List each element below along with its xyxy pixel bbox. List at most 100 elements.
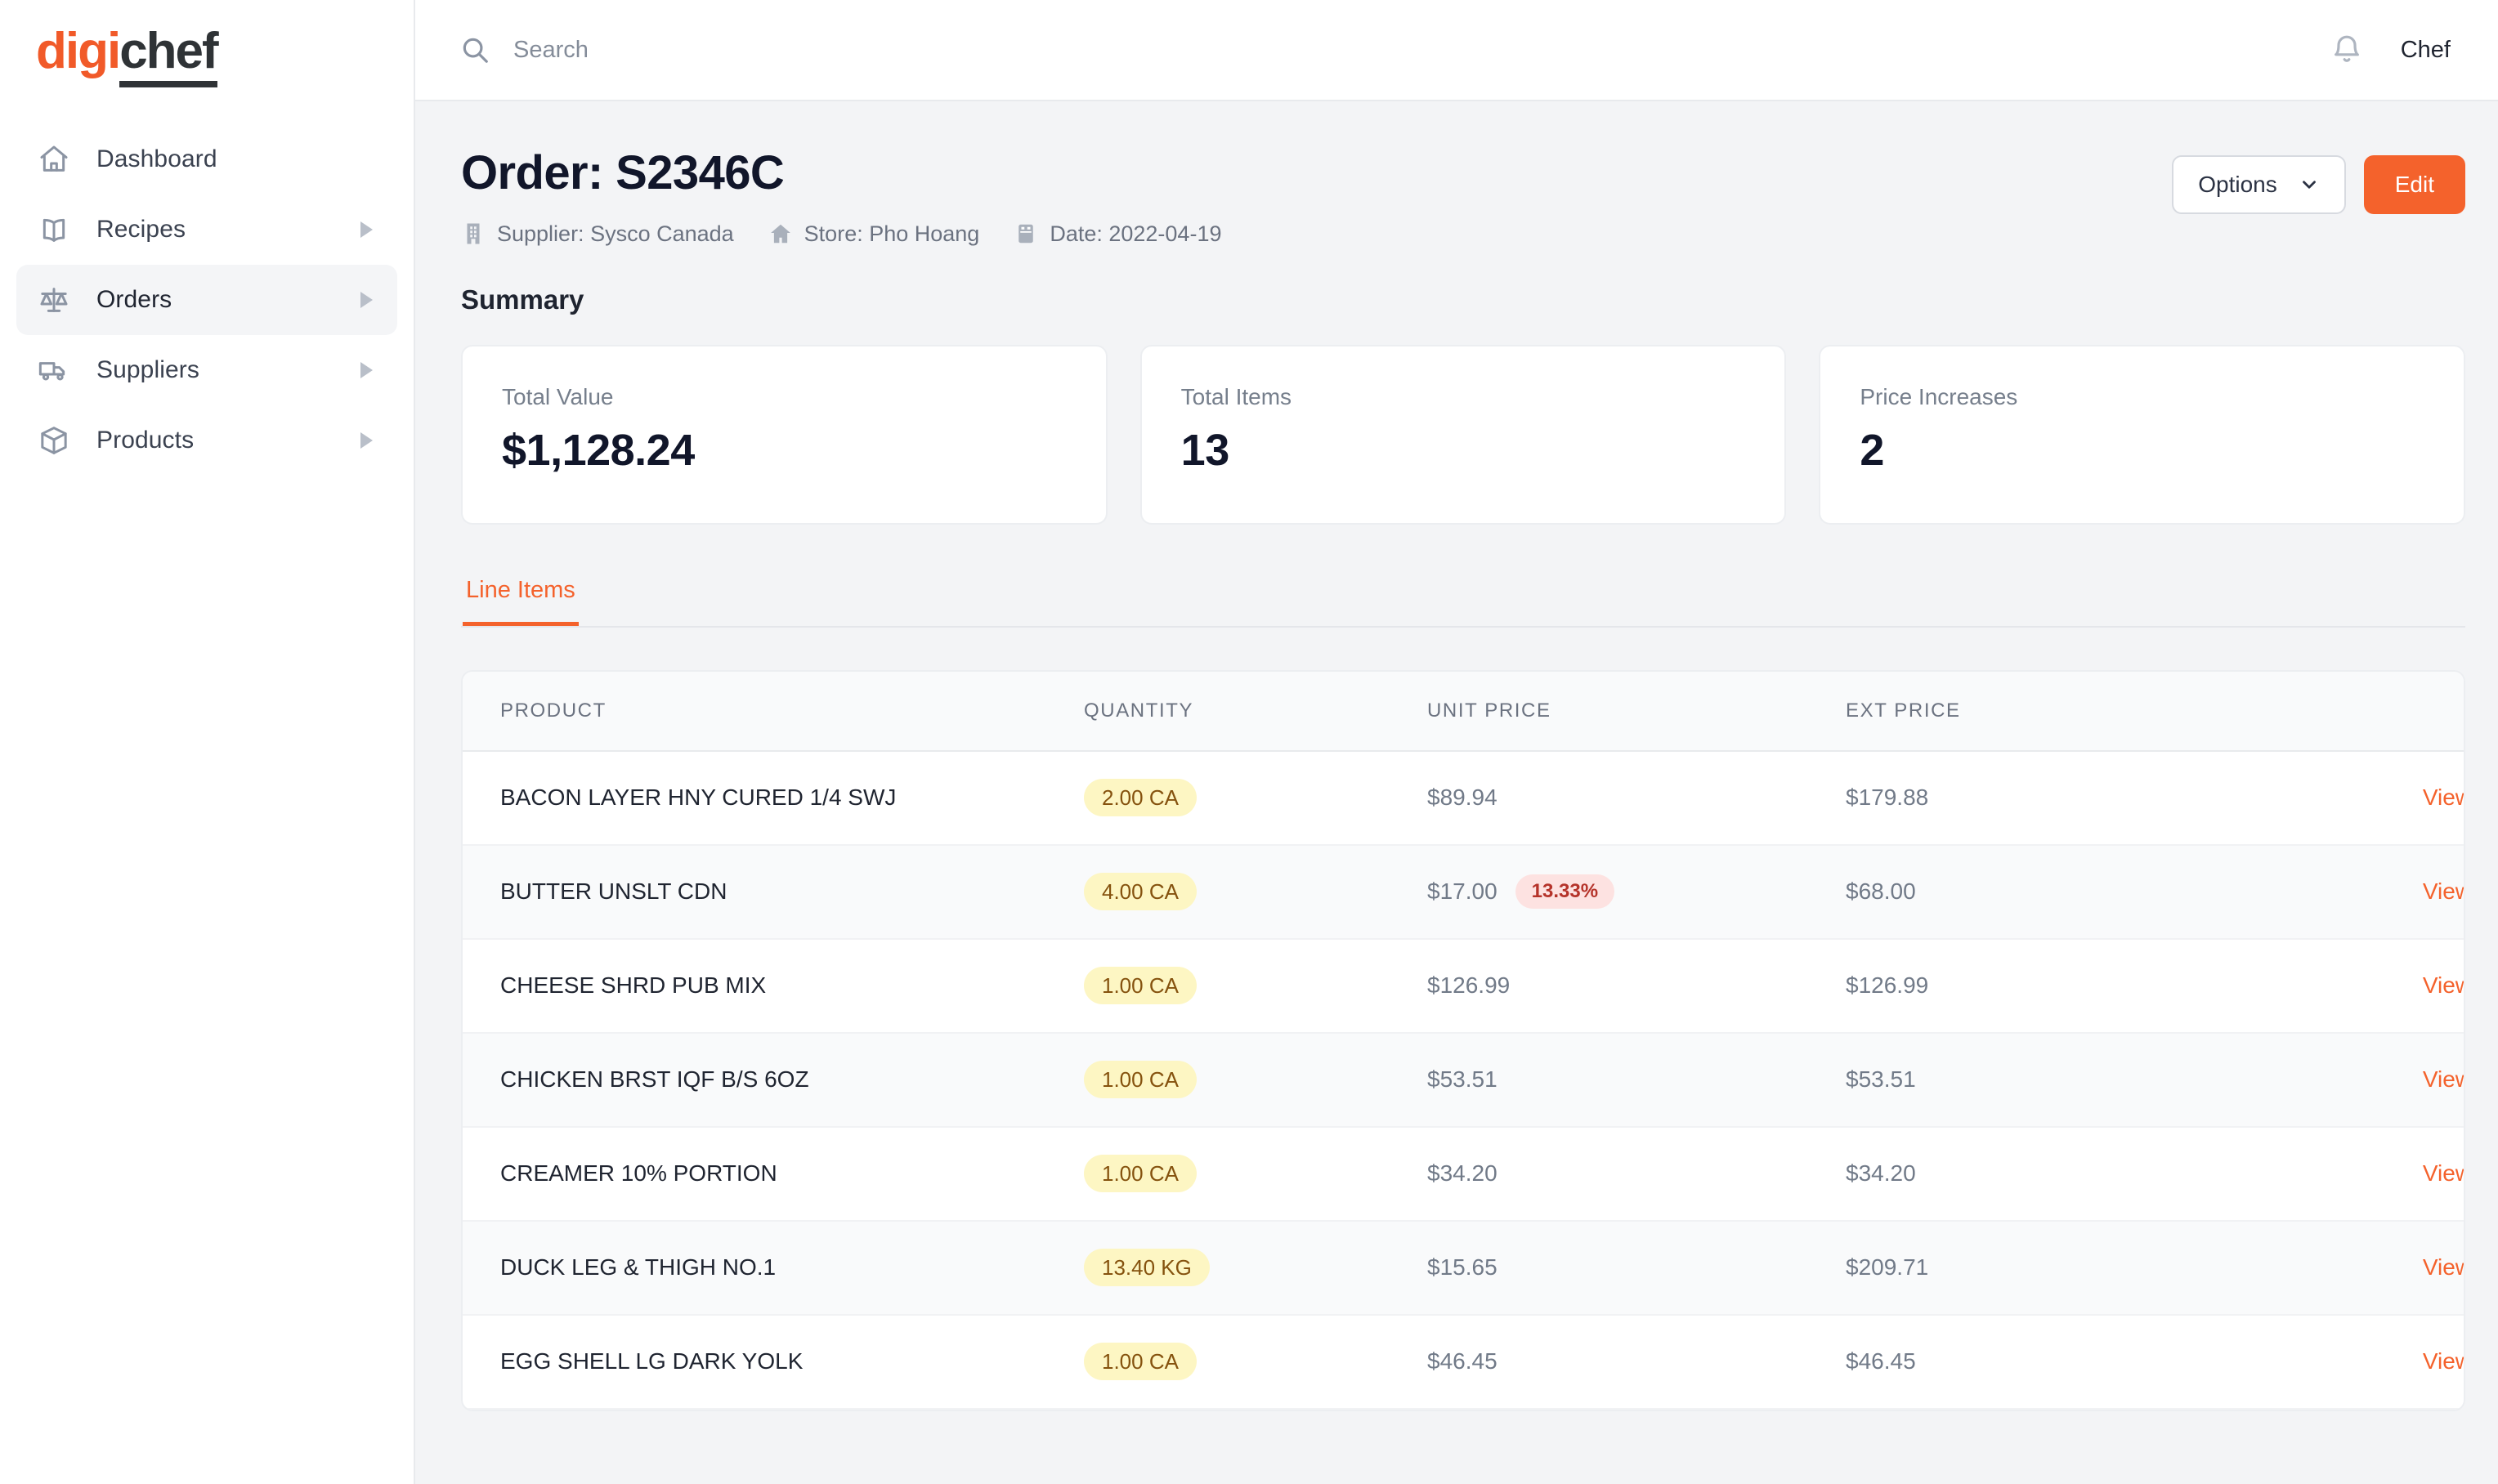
table-row: CREAMER 10% PORTION 1.00 CA $34.20 $34.20 Vi… bbox=[463, 1127, 2464, 1221]
cell-product: BACON LAYER HNY CURED 1/4 SWJ bbox=[500, 784, 897, 811]
unit-price-wrap: $126.99 bbox=[1427, 972, 1846, 999]
table-header-row: PRODUCT QUANTITY UNIT PRICE EXT PRICE bbox=[463, 671, 2464, 752]
card-value: $1,128.24 bbox=[502, 425, 695, 475]
cell-unit-price: $46.45 bbox=[1427, 1315, 1846, 1409]
topbar: Chef bbox=[415, 0, 2498, 101]
cell-product: EGG SHELL LG DARK YOLK bbox=[500, 1348, 804, 1374]
home-icon bbox=[36, 141, 72, 177]
table-body: BACON LAYER HNY CURED 1/4 SWJ 2.00 CA $89.… bbox=[463, 751, 2464, 1409]
quantity-badge: 2.00 CA bbox=[1084, 779, 1197, 817]
card-label: Total Items bbox=[1180, 383, 1292, 409]
search-container[interactable] bbox=[459, 34, 2330, 65]
summary-card-total-value: Total Value $1,128.24 bbox=[461, 344, 1108, 525]
sidebar-item-dashboard[interactable]: Dashboard bbox=[16, 124, 397, 194]
column-header-product: PRODUCT bbox=[463, 671, 1084, 752]
table-row: CHEESE SHRD PUB MIX 1.00 CA $126.99 $126.99… bbox=[463, 939, 2464, 1033]
scale-icon bbox=[36, 282, 72, 318]
logo-digi: digi bbox=[36, 23, 121, 79]
cell-ext-price: $46.45 bbox=[1846, 1348, 1916, 1374]
chevron-right-icon[interactable] bbox=[360, 362, 373, 378]
page-title: Order: S2346C bbox=[461, 146, 785, 199]
book-icon bbox=[36, 212, 72, 248]
sidebar-item-label: Suppliers bbox=[96, 356, 199, 383]
cell-actions: View bbox=[2271, 1127, 2464, 1221]
table-row: BUTTER UNSLT CDN 4.00 CA $17.00 13.33% $68.0… bbox=[463, 844, 2464, 939]
quantity-badge: 1.00 CA bbox=[1084, 967, 1197, 1005]
view-link[interactable]: View bbox=[2423, 784, 2464, 810]
cell-product: DUCK LEG & THIGH NO.1 bbox=[500, 1254, 777, 1281]
summary-title: Summary bbox=[461, 284, 584, 315]
search-icon bbox=[459, 34, 490, 65]
quantity-badge: 1.00 CA bbox=[1084, 1343, 1197, 1381]
cell-quantity: 1.00 CA bbox=[1084, 1033, 1427, 1127]
unit-price-wrap: $53.51 bbox=[1427, 1066, 1846, 1093]
user-menu[interactable]: Chef bbox=[2401, 37, 2451, 64]
box-icon bbox=[36, 422, 72, 458]
cell-ext-price: $68.00 bbox=[1846, 878, 1916, 905]
sidebar-item-products[interactable]: Products bbox=[16, 405, 397, 476]
cell-product: CHEESE SHRD PUB MIX bbox=[500, 972, 767, 999]
view-link[interactable]: View bbox=[2423, 1254, 2464, 1280]
sidebar-item-label: Recipes bbox=[96, 216, 186, 243]
view-link[interactable]: View bbox=[2423, 1348, 2464, 1374]
chevron-down-icon bbox=[2299, 174, 2320, 195]
notification-bell-icon[interactable] bbox=[2330, 34, 2363, 66]
cell-product: BUTTER UNSLT CDN bbox=[500, 878, 727, 905]
view-link[interactable]: View bbox=[2423, 1066, 2464, 1092]
meta-date-text: Date: 2022-04-19 bbox=[1050, 221, 1222, 246]
sidebar-item-orders[interactable]: Orders bbox=[16, 265, 397, 335]
cell-ext-price: $126.99 bbox=[1846, 972, 1929, 999]
cell-actions: View bbox=[2271, 1221, 2464, 1315]
unit-price-wrap: $89.94 bbox=[1427, 784, 1846, 811]
options-button[interactable]: Options bbox=[2172, 155, 2346, 214]
summary-card-price-increases: Price Increases 2 bbox=[1819, 344, 2466, 525]
sidebar-item-recipes[interactable]: Recipes bbox=[16, 194, 397, 265]
edit-button[interactable]: Edit bbox=[2363, 155, 2465, 214]
sidebar-item-suppliers[interactable]: Suppliers bbox=[16, 335, 397, 405]
page-header-left: Order: S2346C Supplier: Sysco Canada Sto… bbox=[461, 146, 1221, 247]
cell-product: CHICKEN BRST IQF B/S 6OZ bbox=[500, 1066, 809, 1093]
unit-price-wrap: $15.65 bbox=[1427, 1254, 1846, 1281]
cell-quantity: 1.00 CA bbox=[1084, 1127, 1427, 1221]
cell-actions: View bbox=[2271, 1315, 2464, 1409]
cell-actions: View bbox=[2271, 751, 2464, 845]
cell-quantity: 1.00 CA bbox=[1084, 939, 1427, 1033]
tab-line-items[interactable]: Line Items bbox=[463, 577, 579, 626]
logo-chef: chef bbox=[119, 23, 219, 87]
view-link[interactable]: View bbox=[2423, 972, 2464, 998]
unit-price-value: $46.45 bbox=[1427, 1348, 1497, 1374]
unit-price-wrap: $46.45 bbox=[1427, 1348, 1846, 1374]
table-row: CHICKEN BRST IQF B/S 6OZ 1.00 CA $53.51 $53… bbox=[463, 1032, 2464, 1127]
tab-bar: Line Items bbox=[461, 577, 2465, 628]
page-header-actions: Options Edit bbox=[2172, 147, 2465, 214]
cell-ext-price: $34.20 bbox=[1846, 1160, 1916, 1187]
chevron-right-icon[interactable] bbox=[360, 221, 373, 238]
view-link[interactable]: View bbox=[2423, 878, 2464, 904]
table-row: EGG SHELL LG DARK YOLK 1.00 CA $46.45 $46.4… bbox=[463, 1315, 2464, 1409]
unit-price-value: $17.00 bbox=[1427, 878, 1497, 905]
cell-actions: View bbox=[2271, 1033, 2464, 1127]
brand-logo[interactable]: digichef bbox=[0, 11, 414, 111]
cell-unit-price: $15.65 bbox=[1427, 1221, 1846, 1315]
page-header: Order: S2346C Supplier: Sysco Canada Sto… bbox=[461, 146, 2465, 247]
quantity-badge: 4.00 CA bbox=[1084, 873, 1197, 911]
order-meta: Supplier: Sysco Canada Store: Pho Hoang bbox=[461, 221, 1221, 247]
calendar-icon bbox=[1014, 221, 1038, 246]
truck-icon bbox=[36, 352, 72, 388]
card-label: Total Value bbox=[502, 383, 614, 409]
column-header-unit-price: UNIT PRICE bbox=[1427, 671, 1846, 752]
view-link[interactable]: View bbox=[2423, 1160, 2464, 1186]
chevron-right-icon[interactable] bbox=[360, 292, 373, 308]
table-row: BACON LAYER HNY CURED 1/4 SWJ 2.00 CA $89.… bbox=[463, 751, 2464, 845]
table-row: DUCK LEG & THIGH NO.1 13.40 KG $15.65 $209.… bbox=[463, 1220, 2464, 1315]
main-area: Chef Order: S2346C Supplier: Sysco Canad… bbox=[415, 0, 2498, 1484]
logo-text: digichef bbox=[36, 23, 219, 87]
card-label: Price Increases bbox=[1860, 383, 2018, 409]
meta-date: Date: 2022-04-19 bbox=[1014, 221, 1221, 247]
cell-unit-price: $17.00 13.33% bbox=[1427, 845, 1846, 939]
chevron-right-icon[interactable] bbox=[360, 432, 373, 449]
search-input[interactable] bbox=[513, 36, 1004, 64]
quantity-badge: 1.00 CA bbox=[1084, 1155, 1197, 1193]
cell-ext-price: $179.88 bbox=[1846, 784, 1929, 811]
price-increase-badge: 13.33% bbox=[1515, 874, 1615, 910]
